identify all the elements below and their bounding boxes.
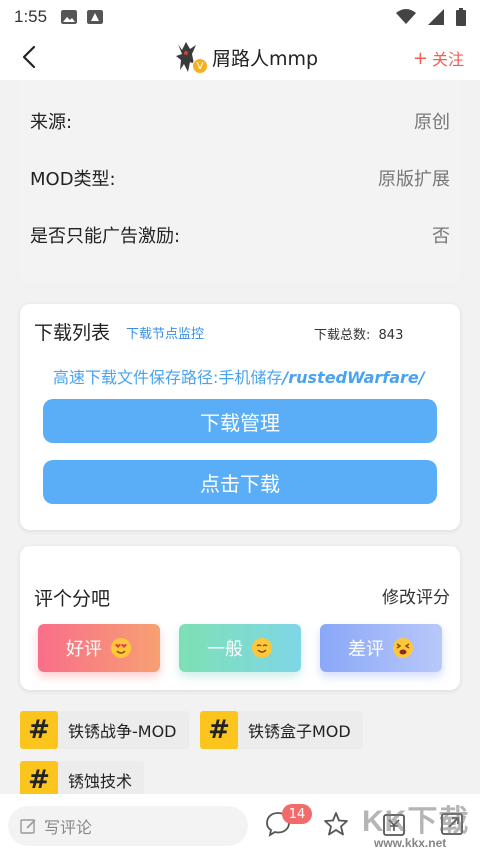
avatar[interactable]: V [172,40,208,74]
hashtag-icon: # [20,711,58,749]
plus-icon: + [412,47,428,69]
info-label: 是否只能广告激励: [30,226,181,247]
download-monitor-link[interactable]: 下载节点监控 [126,323,204,342]
info-value: 否 [432,226,450,247]
comment-count-badge: 14 [282,804,312,824]
verified-badge: V [192,58,208,74]
edit-rating-button[interactable]: 修改评分 [382,583,450,608]
follow-button[interactable]: + 关注 [413,46,464,70]
share-icon[interactable] [438,810,466,838]
crying-face-icon [393,638,413,658]
good-rating-label: 好评 [66,639,102,660]
good-rating-button[interactable]: 好评 [38,624,160,672]
follow-label: 关注 [431,50,464,69]
info-row-source: 来源: 原创 [30,106,450,136]
wifi-icon [396,9,416,24]
download-total-label: 下载总数: [314,328,371,343]
download-path-value: /rustedWarfare/ [282,368,425,387]
tag-label: 锈蚀技术 [68,772,133,791]
bottom-action-bar: 写评论 14 [0,794,480,853]
tag-item[interactable]: # 铁锈战争-MOD [20,711,189,749]
signal-icon [428,9,444,25]
neutral-rating-label: 一般 [207,639,243,660]
status-bar: 1:55 [0,0,480,34]
rating-card: 评个分吧 修改评分 好评 一般 差评 [20,546,460,690]
info-row-mod-type: MOD类型: 原版扩展 [30,163,450,193]
smile-face-icon [252,638,272,658]
download-total-value: 843 [378,328,404,343]
edit-icon [20,819,36,834]
tag-label: 铁锈战争-MOD [68,722,177,741]
status-time: 1:55 [14,7,48,26]
bad-rating-label: 差评 [348,639,384,660]
download-path: 高速下载文件保存路径:手机储存/rustedWarfare/ [53,364,425,388]
download-path-prefix: 高速下载文件保存路径:手机储存 [53,368,283,387]
write-comment-input[interactable]: 写评论 [8,806,248,846]
info-value: 原版扩展 [378,169,450,190]
info-label: MOD类型: [30,169,116,190]
download-card: 下载列表 下载节点监控 下载总数: 843 高速下载文件保存路径:手机储存/ru… [20,304,460,530]
gallery-icon [61,10,78,24]
author-info[interactable]: V 屑路人mmp [172,40,318,74]
download-total: 下载总数: 843 [314,324,403,343]
neutral-rating-button[interactable]: 一般 [179,624,301,672]
title-bar: V 屑路人mmp + 关注 [0,34,480,80]
comment-placeholder: 写评论 [44,818,93,837]
battery-icon [456,8,466,26]
hashtag-icon: # [200,711,238,749]
app-notification-icon [87,10,104,24]
tag-item[interactable]: # 铁锈盒子MOD [200,711,363,749]
click-download-button[interactable]: 点击下载 [43,460,437,504]
mod-info-card: 来源: 原创 MOD类型: 原版扩展 是否只能广告激励: 否 [20,80,460,283]
download-manage-button[interactable]: 下载管理 [43,399,437,443]
star-icon[interactable] [322,810,350,838]
info-label: 来源: [30,112,73,133]
rating-title: 评个分吧 [34,588,111,610]
download-list-title: 下载列表 [34,322,111,344]
back-arrow-icon[interactable] [18,44,44,70]
info-row-ad-reward: 是否只能广告激励: 否 [30,220,450,250]
love-face-icon [111,638,131,658]
info-value: 原创 [414,112,450,133]
author-name: 屑路人mmp [212,47,319,70]
bad-rating-button[interactable]: 差评 [320,624,442,672]
reward-icon[interactable] [380,810,408,838]
tag-label: 铁锈盒子MOD [248,722,351,741]
